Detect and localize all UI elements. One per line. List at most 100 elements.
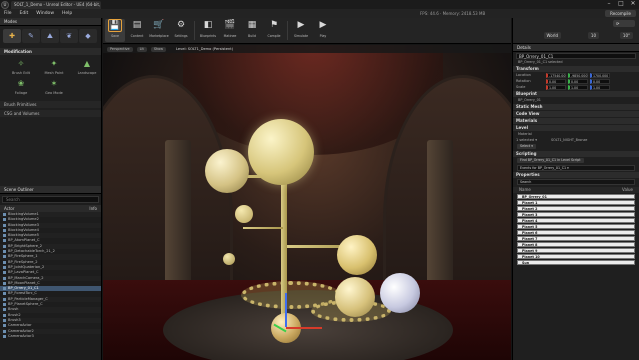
gizmo-x-axis[interactable] [286,327,322,329]
properties-category[interactable]: Properties [513,172,639,178]
planet-property-item[interactable]: BP_Orrery_01 [517,194,635,200]
tool-geo-mode[interactable]: ✶ Geo Mode [39,79,69,95]
col-name-label[interactable]: Name [519,187,531,193]
properties-search-input[interactable]: Search [517,179,635,185]
orrery-planet[interactable] [205,149,249,193]
toolbar-save-button[interactable]: 💾 Save [105,19,125,42]
landscape-mode-icon[interactable]: ⛰ [41,29,59,43]
planet-property-item[interactable]: Planet 5 [517,223,635,230]
menu-window[interactable]: Window [32,11,58,16]
col-info-label[interactable]: Info [89,205,97,212]
planet-property-item[interactable]: Planet 3 [517,211,635,218]
csg-volumes-section[interactable]: CSG and Volumes [0,110,101,117]
toolbar-content-button[interactable]: ▤ Content [127,19,147,42]
blueprint-value[interactable]: BP_Orrery_01 [513,97,639,103]
details-tab[interactable]: Details [513,44,639,52]
orrery-sun[interactable] [248,119,314,185]
perspective-button[interactable]: Perspective [107,46,133,52]
orrery-planet[interactable] [235,205,253,223]
close-icon[interactable]: ✕ [629,0,637,8]
toolbar-matinee-button[interactable]: 🎬 Matinee [220,19,240,42]
find-in-level-script-button[interactable]: Find BP_Orrery_01_C1 in Level Script [517,158,584,163]
planet-property-list: BP_Orrery_01 Planet 1 Planet 2 Planet 3 Plan… [517,194,635,266]
events-dropdown[interactable]: Events for BP_Orrery_01_C1 ▾ [517,165,635,171]
foliage-icon: ❀ [17,79,25,88]
toolbar-marketplace-button[interactable]: 🛒 Marketplace [149,19,169,42]
tool-mesh-paint[interactable]: ✦ Mesh Paint [39,59,69,75]
col-value-label[interactable]: Value [622,187,633,193]
planet-property-item[interactable]: Planet 6 [517,229,635,236]
location-y-field[interactable]: -9850.000 [568,72,588,78]
recompile-button[interactable]: Recompile [605,10,636,17]
rotation-x-field[interactable]: 0.00 [546,78,566,84]
outliner-item[interactable]: CameraActor3 [0,334,101,339]
planet-property-item[interactable]: Planet 7 [517,235,635,242]
menu-help[interactable]: Help [58,11,76,16]
scale-z-field[interactable]: 1.00 [590,84,610,90]
outliner-search-input[interactable]: Search [2,196,99,203]
level-viewport[interactable]: Perspective Lit Show Level: SOLT1_Demo (… [103,45,511,360]
tool-brush-edit[interactable]: ✧ Brush Edit [6,59,36,75]
material-select-button[interactable]: Select ▾ [517,144,536,149]
orrery-planet-moon[interactable] [380,273,420,313]
planet-property-item[interactable]: Sun [517,259,635,266]
toolbar-blueprints-button[interactable]: ◧ Blueprints [198,19,218,42]
code-view-category[interactable]: Code View [513,111,639,117]
orrery-planet[interactable] [223,253,235,265]
show-button[interactable]: Show [150,46,166,52]
orrery-planet[interactable] [337,235,377,275]
details-panel: ⟳ World 10 10° Details BP_Orrery_01_C1 B… [512,18,639,360]
world-space-button[interactable]: World [543,32,561,39]
col-actor-label[interactable]: Actor [4,205,15,212]
unreal-logo-icon[interactable]: U [1,1,9,9]
toolbar-simulate-button[interactable]: ▶ Simulate [291,19,311,42]
paint-mode-icon[interactable]: ✎ [22,29,40,43]
planet-property-item[interactable]: Planet 4 [517,217,635,224]
recompile-small-button[interactable]: ⟳ [613,20,635,27]
angle-snap-button[interactable]: 10° [619,32,633,39]
scene-outliner-panel: Scene Outliner Search Actor Info Blockin… [0,186,102,360]
actor-name-field[interactable]: BP_Orrery_01_C1 [516,52,636,59]
location-z-field[interactable]: 1700.000 [590,72,610,78]
orrery-planet[interactable] [335,277,375,317]
toolbar-compile-button[interactable]: ⚑ Compile [264,19,284,42]
menu-file[interactable]: File [0,11,16,16]
place-mode-icon[interactable]: ✚ [3,29,21,43]
planet-property-item[interactable]: Planet 2 [517,205,635,212]
materials-category[interactable]: Materials [513,118,639,124]
scale-x-field[interactable]: 1.00 [546,84,566,90]
planet-property-item[interactable]: Planet 8 [517,241,635,248]
geometry-mode-icon[interactable]: ◆ [79,29,97,43]
tool-landscape[interactable]: ▲ Landscape [72,59,102,75]
toolbar-play-button[interactable]: ▶ Play [313,19,333,42]
rotation-z-field[interactable]: 0.00 [590,78,610,84]
material-value[interactable]: SOLT1_NIGHT_Bronze [546,137,592,143]
minimize-icon[interactable]: – [605,0,613,8]
maximize-icon[interactable]: □ [617,0,625,8]
scripting-category[interactable]: Scripting [513,151,639,157]
planet-property-item[interactable]: Planet 9 [517,247,635,254]
scene-outliner-tab[interactable]: Scene Outliner [0,186,101,194]
modification-section[interactable]: Modification [0,48,101,55]
modes-tab[interactable]: Modes [0,18,101,26]
location-x-field[interactable]: -17540.00 [546,72,566,78]
toolbar-settings-button[interactable]: ⚙ Settings [171,19,191,42]
grid-snap-button[interactable]: 10 [587,32,599,39]
planet-property-item[interactable]: Planet 10 [517,253,635,260]
orrery-arm-3 [243,227,283,229]
brush-primitives-section[interactable]: Brush Primitives [0,101,101,108]
menu-edit[interactable]: Edit [16,11,33,16]
foliage-mode-icon[interactable]: ❦ [60,29,78,43]
lit-button[interactable]: Lit [136,46,147,52]
gizmo-z-axis[interactable] [285,293,287,327]
toolbar-build-button[interactable]: ▦ Build [242,19,262,42]
tool-foliage[interactable]: ❀ Foliage [6,79,36,95]
document-tab[interactable]: SOLT_1_Demo - Unreal Editor - UE4 (64-bi… [11,1,101,9]
main-toolbar: 💾 Save ▤ Content 🛒 Marketplace ⚙ Settings ◧ Bluep… [103,18,511,44]
scale-y-field[interactable]: 1.00 [568,84,588,90]
rotation-y-field[interactable]: 0.00 [568,78,588,84]
static-mesh-category[interactable]: Static Mesh [513,104,639,110]
actor-name-row: BP_Orrery_01_C1 [513,52,639,59]
title-bar: U SOLT_1_Demo - Unreal Editor - UE4 (64-… [0,0,639,9]
planet-property-item[interactable]: Planet 1 [517,199,635,206]
